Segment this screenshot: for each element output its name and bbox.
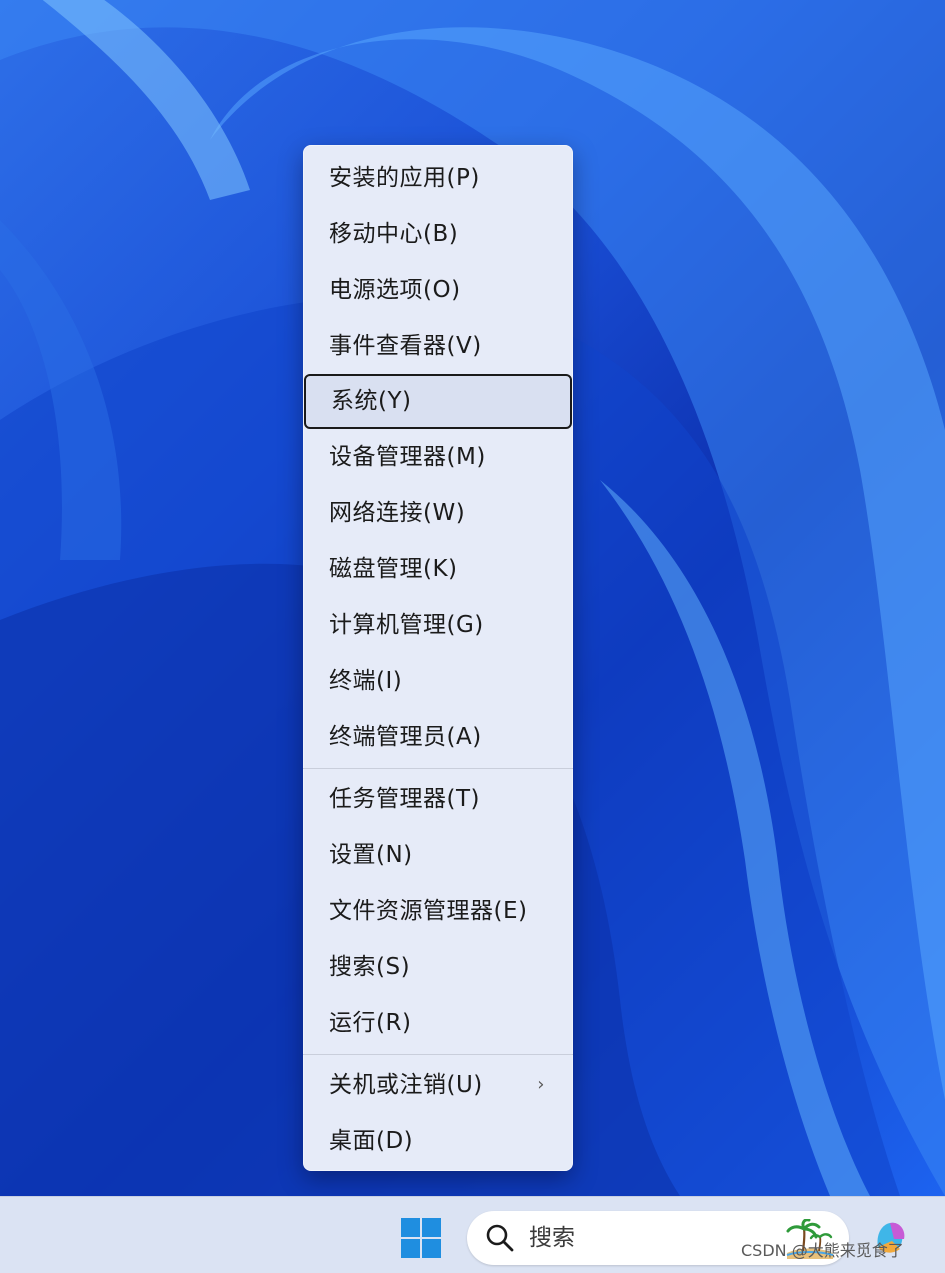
watermark-text: CSDN @大熊来觅食了 [741,1241,904,1260]
menu-item-desktop[interactable]: 桌面(D) [303,1113,573,1169]
menu-item-run[interactable]: 运行(R) [303,995,573,1051]
menu-item-shutdown-signout[interactable]: 关机或注销(U) › [303,1057,573,1113]
context-menu: 安装的应用(P) 移动中心(B) 电源选项(O) 事件查看器(V) 系统(Y) … [303,145,573,1171]
menu-item-device-manager[interactable]: 设备管理器(M) [303,429,573,485]
menu-item-terminal[interactable]: 终端(I) [303,653,573,709]
menu-item-installed-apps[interactable]: 安装的应用(P) [303,150,573,206]
menu-separator [303,768,573,769]
menu-item-system[interactable]: 系统(Y) [304,374,572,429]
menu-item-terminal-admin[interactable]: 终端管理员(A) [303,709,573,765]
menu-item-computer-management[interactable]: 计算机管理(G) [303,597,573,653]
menu-item-event-viewer[interactable]: 事件查看器(V) [303,318,573,374]
chevron-right-icon: › [537,1074,545,1095]
menu-item-task-manager[interactable]: 任务管理器(T) [303,771,573,827]
menu-item-power-options[interactable]: 电源选项(O) [303,262,573,318]
search-placeholder: 搜索 [529,1225,575,1251]
menu-item-network-connections[interactable]: 网络连接(W) [303,485,573,541]
menu-item-label: 关机或注销(U) [329,1072,483,1098]
menu-item-search[interactable]: 搜索(S) [303,939,573,995]
windows-logo-icon[interactable] [401,1218,441,1258]
menu-separator [303,1054,573,1055]
menu-item-disk-management[interactable]: 磁盘管理(K) [303,541,573,597]
menu-item-settings[interactable]: 设置(N) [303,827,573,883]
search-icon [486,1224,514,1252]
taskbar: 搜索 CSDN @大熊来觅食了 [0,1196,945,1273]
menu-item-mobility-center[interactable]: 移动中心(B) [303,206,573,262]
menu-item-file-explorer[interactable]: 文件资源管理器(E) [303,883,573,939]
